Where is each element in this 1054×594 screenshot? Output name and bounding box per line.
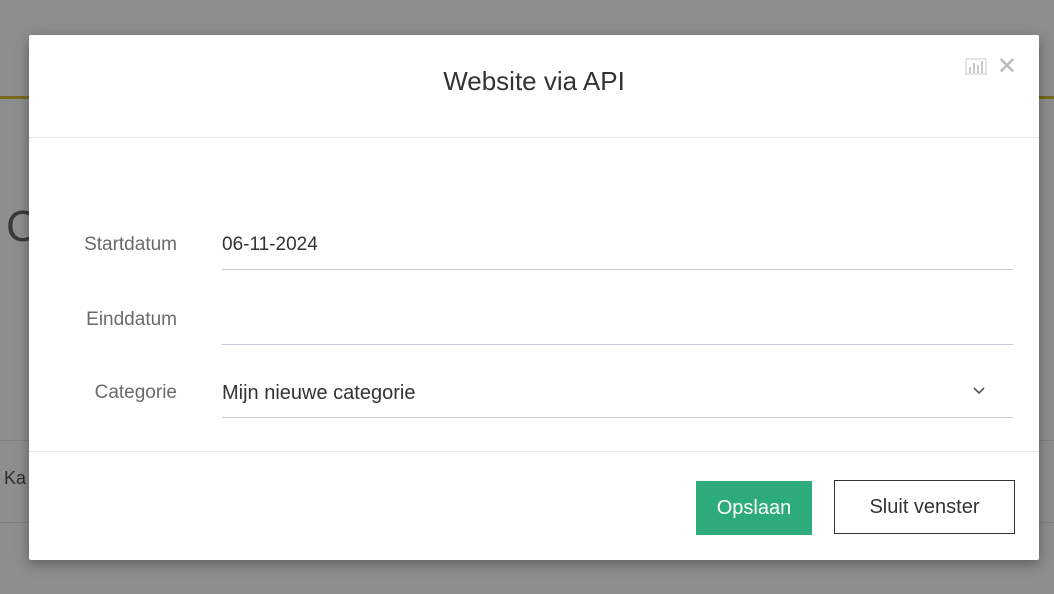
save-button[interactable]: Opslaan: [696, 481, 812, 535]
einddatum-row: Einddatum: [29, 296, 1039, 346]
einddatum-input[interactable]: [222, 296, 1013, 345]
categorie-row: Categorie Mijn nieuwe categorie: [29, 369, 1039, 419]
categorie-selected-value: Mijn nieuwe categorie: [222, 382, 416, 404]
chart-icon[interactable]: [965, 58, 987, 76]
startdatum-label: Startdatum: [84, 234, 177, 255]
einddatum-label: Einddatum: [86, 309, 177, 330]
categorie-label: Categorie: [94, 382, 177, 403]
modal-title: Website via API: [443, 66, 625, 96]
chevron-down-icon: [973, 387, 985, 395]
header-actions: ✕: [965, 55, 1017, 79]
categorie-select[interactable]: Mijn nieuwe categorie: [222, 369, 1013, 418]
close-icon[interactable]: ✕: [997, 55, 1017, 79]
modal-footer: Opslaan Sluit venster: [29, 451, 1039, 561]
modal-header: Website via API ✕: [29, 35, 1039, 138]
startdatum-input[interactable]: [222, 221, 1013, 270]
background-table-cell: Ka: [4, 468, 27, 488]
startdatum-row: Startdatum: [29, 221, 1039, 271]
modal-dialog: Website via API ✕ Startdatum Einddatum C…: [29, 35, 1039, 560]
close-window-button[interactable]: Sluit venster: [834, 480, 1015, 534]
